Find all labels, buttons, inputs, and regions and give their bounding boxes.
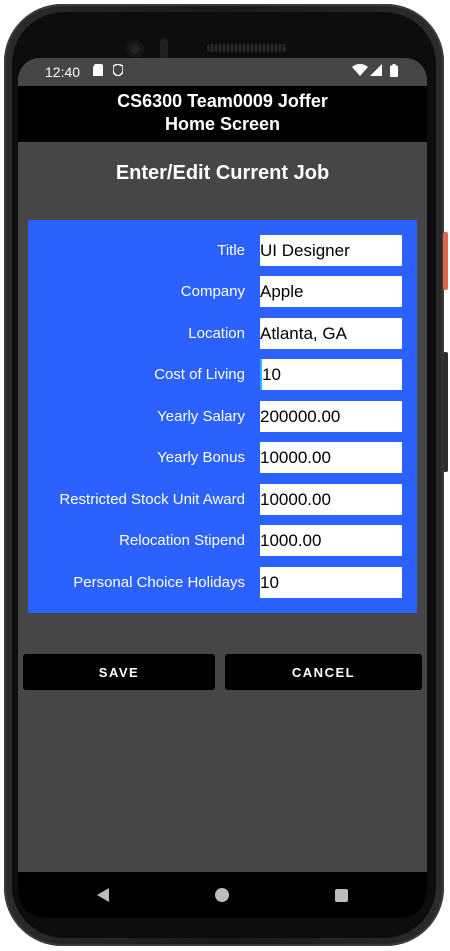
form-row-rsu-award: Restricted Stock Unit Award <box>28 484 417 516</box>
location-label: Location <box>188 325 245 342</box>
shield-icon <box>112 63 124 79</box>
form-row-relocation-stipend: Relocation Stipend <box>28 525 417 557</box>
page-heading: Enter/Edit Current Job <box>115 162 330 184</box>
location-input[interactable] <box>260 318 402 349</box>
front-camera <box>126 40 144 58</box>
cancel-button[interactable]: CANCEL <box>225 654 422 690</box>
form-row-title: Title <box>28 235 417 267</box>
personal-holidays-label: Personal Choice Holidays <box>73 574 245 591</box>
cost-of-living-input[interactable] <box>260 359 402 390</box>
status-time: 12:40 <box>45 64 81 80</box>
proximity-sensor <box>160 38 168 60</box>
app-bar: CS6300 Team0009 Joffer Home Screen <box>18 86 427 142</box>
relocation-stipend-label: Relocation Stipend <box>119 532 245 549</box>
company-label: Company <box>180 283 245 300</box>
power-button[interactable] <box>443 232 448 290</box>
recents-button[interactable] <box>311 872 371 918</box>
title-input[interactable] <box>260 235 402 266</box>
back-button[interactable] <box>73 872 133 918</box>
navigation-bar <box>18 872 427 918</box>
battery-icon <box>390 64 398 80</box>
screen: 12:40 CS6300 Team0009 Joffer Home Screen… <box>18 58 427 918</box>
status-bar: 12:40 <box>18 58 427 86</box>
form-row-yearly-salary: Yearly Salary <box>28 401 417 433</box>
rsu-award-input[interactable] <box>260 484 402 515</box>
volume-button[interactable] <box>443 352 448 472</box>
yearly-bonus-input[interactable] <box>260 442 402 473</box>
back-icon <box>97 888 109 902</box>
cost-of-living-label: Cost of Living <box>154 366 245 383</box>
rsu-award-label: Restricted Stock Unit Award <box>59 491 245 508</box>
save-button[interactable]: SAVE <box>23 654 215 690</box>
app-bar-title: CS6300 Team0009 Joffer <box>117 91 328 111</box>
job-form: Title Company Location Cost of Living Ye… <box>28 220 417 613</box>
earpiece-speaker <box>207 44 287 52</box>
form-row-personal-holidays: Personal Choice Holidays <box>28 567 417 599</box>
sd-card-icon <box>93 64 103 79</box>
title-label: Title <box>217 242 245 259</box>
app-bar-subtitle: Home Screen <box>164 114 281 134</box>
yearly-salary-label: Yearly Salary <box>157 408 245 425</box>
form-row-location: Location <box>28 318 417 350</box>
yearly-salary-input[interactable] <box>260 401 402 432</box>
form-row-yearly-bonus: Yearly Bonus <box>28 442 417 474</box>
home-button[interactable] <box>192 872 252 918</box>
form-row-company: Company <box>28 276 417 308</box>
home-icon <box>215 888 229 902</box>
personal-holidays-input[interactable] <box>260 567 402 598</box>
recents-icon <box>334 888 348 902</box>
signal-icon <box>370 64 382 79</box>
relocation-stipend-input[interactable] <box>260 525 402 556</box>
yearly-bonus-label: Yearly Bonus <box>157 449 245 466</box>
form-row-cost-of-living: Cost of Living <box>28 359 417 391</box>
company-input[interactable] <box>260 276 402 307</box>
wifi-icon <box>352 63 368 79</box>
